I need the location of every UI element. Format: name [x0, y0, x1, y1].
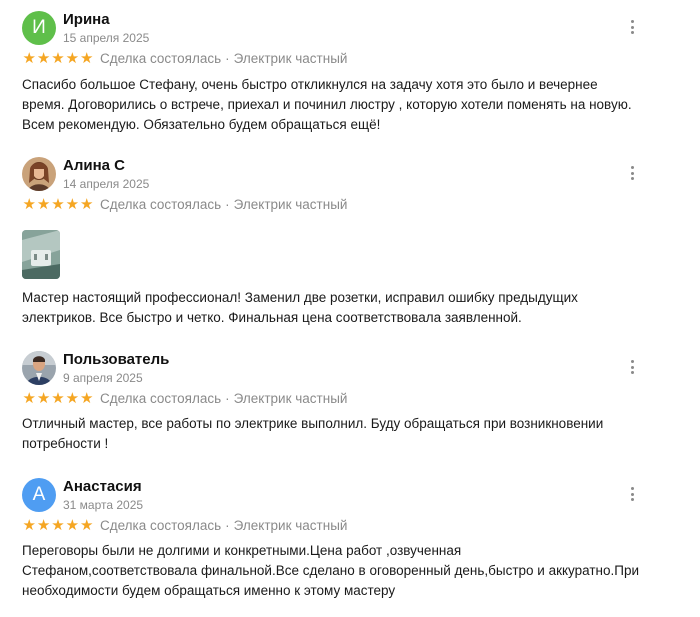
more-options-icon[interactable]: [624, 358, 640, 376]
avatar[interactable]: [22, 157, 56, 191]
star-icon: ★: [51, 196, 65, 213]
star-icon: ★: [80, 50, 94, 67]
reviewer-name[interactable]: Ирина: [63, 11, 110, 28]
service-category: Электрик частный: [233, 51, 348, 66]
avatar[interactable]: [22, 351, 56, 385]
meta-separator: ·: [225, 518, 230, 533]
review-date: 9 апреля 2025: [63, 371, 143, 385]
reviewer-name[interactable]: Анастасия: [63, 478, 142, 495]
rating-stars: ★ ★ ★ ★ ★: [22, 51, 94, 66]
review-date: 31 марта 2025: [63, 498, 144, 512]
star-icon: ★: [65, 196, 80, 213]
review-photo[interactable]: [22, 230, 60, 279]
deal-status: Сделка состоялась: [99, 51, 222, 66]
service-category: Электрик частный: [233, 197, 348, 212]
star-icon: ★: [22, 517, 36, 534]
rating-stars: ★ ★ ★ ★ ★: [22, 391, 94, 406]
review-meta: ★ ★ ★ ★ ★ Сделка состоялась · Электрик частн…: [22, 197, 347, 212]
star-icon: ★: [51, 50, 65, 67]
star-icon: ★: [65, 50, 80, 67]
more-options-icon[interactable]: [624, 18, 640, 36]
deal-status: Сделка состоялась: [99, 518, 222, 533]
star-icon: ★: [22, 390, 36, 407]
reviewer-name[interactable]: Пользователь: [63, 351, 169, 368]
avatar-photo: [22, 157, 56, 191]
rating-stars: ★ ★ ★ ★ ★: [22, 197, 94, 212]
star-icon: ★: [22, 50, 36, 67]
deal-status: Сделка состоялась: [99, 197, 222, 212]
review-text: Переговоры были не долгими и конкретными…: [22, 543, 640, 598]
star-icon: ★: [36, 390, 51, 407]
meta-separator: ·: [225, 51, 230, 66]
review-meta: ★ ★ ★ ★ ★ Сделка состоялась · Электрик частн…: [22, 391, 347, 406]
review-date: 14 апреля 2025: [63, 177, 150, 191]
service-category: Электрик частный: [233, 518, 348, 533]
star-icon: ★: [36, 517, 51, 534]
review-text: Мастер настоящий профессионал! Заменил д…: [22, 290, 578, 325]
rating-stars: ★ ★ ★ ★ ★: [22, 518, 94, 533]
more-options-icon[interactable]: [624, 485, 640, 503]
review-text: Спасибо большое Стефану, очень быстро от…: [22, 77, 632, 132]
avatar-letter: А: [32, 484, 46, 505]
outlet-photo: [22, 230, 60, 279]
star-icon: ★: [80, 196, 94, 213]
review-date: 15 апреля 2025: [63, 31, 150, 45]
review-meta: ★ ★ ★ ★ ★ Сделка состоялась · Электрик частн…: [22, 51, 347, 66]
reviewer-name[interactable]: Алина С: [63, 157, 125, 174]
avatar[interactable]: А: [22, 478, 56, 512]
star-icon: ★: [36, 196, 51, 213]
more-options-icon[interactable]: [624, 164, 640, 182]
avatar[interactable]: И: [22, 11, 56, 45]
meta-separator: ·: [225, 197, 230, 212]
service-category: Электрик частный: [233, 391, 348, 406]
star-icon: ★: [80, 517, 94, 534]
star-icon: ★: [65, 517, 80, 534]
meta-separator: ·: [225, 391, 230, 406]
star-icon: ★: [51, 390, 65, 407]
star-icon: ★: [51, 517, 65, 534]
star-icon: ★: [36, 50, 51, 67]
review-meta: ★ ★ ★ ★ ★ Сделка состоялась · Электрик частн…: [22, 518, 347, 533]
deal-status: Сделка состоялась: [99, 391, 222, 406]
star-icon: ★: [22, 196, 36, 213]
star-icon: ★: [80, 390, 94, 407]
avatar-letter: И: [32, 17, 46, 38]
review-text: Отличный мастер, все работы по электрике…: [22, 416, 604, 451]
avatar-photo: [22, 351, 56, 385]
star-icon: ★: [65, 390, 80, 407]
